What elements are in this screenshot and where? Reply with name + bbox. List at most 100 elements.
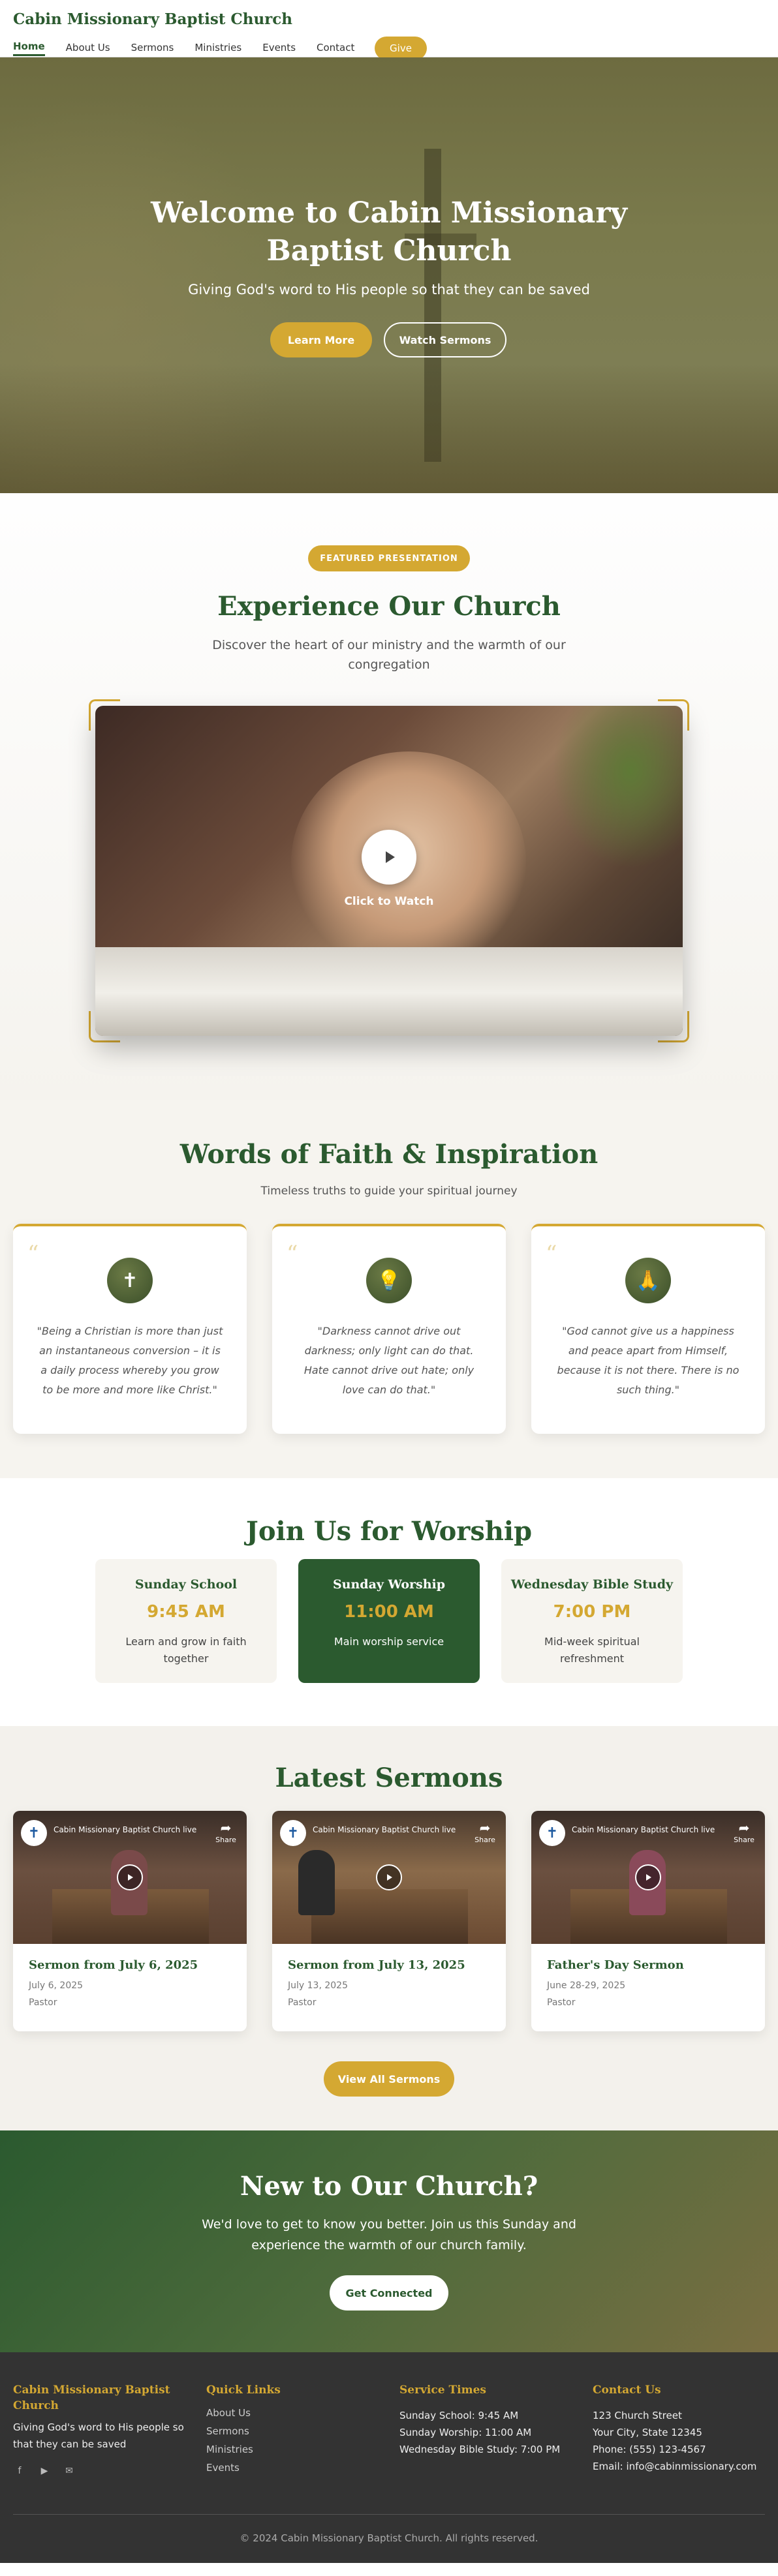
sermon-date: June 28-29, 2025 [547, 1980, 626, 1991]
footer-about-title: Cabin Missionary Baptist Church [13, 2384, 170, 2412]
give-button[interactable]: Give [375, 37, 427, 60]
play-icon [386, 851, 395, 863]
footer-link-ministries[interactable]: Ministries [206, 2444, 382, 2455]
new-visitors-title: New to Our Church? [240, 2171, 538, 2202]
featured-badge: FEATURED PRESENTATION [308, 545, 470, 571]
sermon-title[interactable]: Sermon from July 13, 2025 [288, 1958, 465, 1972]
quote-text: "Being a Christian is more than just an … [37, 1325, 223, 1396]
footer-contact-line[interactable]: Email: info@cabinmissionary.com [593, 2458, 769, 2475]
sermon-video-thumbnail[interactable]: ✝ Cabin Missionary Baptist Church live s… [13, 1811, 247, 1944]
altar-image [311, 1889, 468, 1944]
youtube-icon[interactable]: ▶ [38, 2464, 51, 2478]
quote-mark-icon: “ [546, 1241, 557, 1267]
nav-item-sermons[interactable]: Sermons [131, 42, 174, 55]
sermon-title[interactable]: Father's Day Sermon [547, 1958, 684, 1972]
play-button[interactable] [362, 830, 416, 885]
hero-title: Welcome to Cabin Missionary Baptist Chur… [150, 196, 628, 267]
worship-section: Join Us for Worship Sunday School 9:45 A… [0, 1478, 778, 1726]
featured-description: Discover the heart of our ministry and t… [212, 638, 566, 672]
view-all-sermons-button[interactable]: View All Sermons [324, 2061, 454, 2097]
footer-about-text: Giving God's word to His people so that … [13, 2421, 184, 2450]
new-visitors-description: We'd love to get to know you better. Joi… [202, 2217, 576, 2252]
cross-icon: ✝ [107, 1258, 153, 1303]
facebook-icon[interactable]: f [13, 2464, 26, 2478]
share-label: Share [475, 1836, 495, 1844]
footer-link-about-us[interactable]: About Us [206, 2407, 382, 2419]
channel-logo-icon: ✝ [539, 1820, 565, 1846]
channel-logo-icon: ✝ [21, 1820, 47, 1846]
featured-title: Experience Our Church [217, 591, 561, 622]
footer-service-times: Service Times Sunday School: 9:45 AM Sun… [399, 2382, 576, 2458]
quotes-title: Words of Faith & Inspiration [179, 1139, 599, 1170]
sermon-card[interactable]: ✝ Cabin Missionary Baptist Church live s… [272, 1811, 506, 2031]
quote-mark-icon: “ [287, 1241, 298, 1267]
main-menu: Home About Us Sermons Ministries Events … [13, 40, 375, 56]
video-title: Cabin Missionary Baptist Church live str… [54, 1825, 197, 1834]
share-button[interactable]: ➦ Share [472, 1820, 498, 1844]
nav-item-events[interactable]: Events [262, 42, 296, 55]
video-play-button[interactable] [635, 1864, 661, 1890]
service-card-sunday-worship: Sunday Worship 11:00 AM Main worship ser… [298, 1559, 480, 1683]
worship-title: Join Us for Worship [245, 1516, 533, 1547]
hero-section: Welcome to Cabin Missionary Baptist Chur… [0, 57, 778, 493]
nav-item-ministries[interactable]: Ministries [194, 42, 241, 55]
watch-sermons-button[interactable]: Watch Sermons [384, 322, 506, 357]
sermon-date: July 6, 2025 [29, 1980, 84, 1991]
quote-text: "Darkness cannot drive out darkness; onl… [303, 1325, 475, 1396]
copyright: © 2024 Cabin Missionary Baptist Church. … [240, 2532, 538, 2544]
preacher-image [298, 1850, 335, 1915]
footer: Cabin Missionary Baptist Church Giving G… [0, 2352, 778, 2563]
footer-about: Cabin Missionary Baptist Church Giving G… [13, 2382, 189, 2478]
footer-time-line: Wednesday Bible Study: 7:00 PM [399, 2444, 561, 2455]
learn-more-button[interactable]: Learn More [270, 322, 372, 357]
hero-subtitle: Giving God's word to His people so that … [188, 282, 590, 297]
nav-item-contact[interactable]: Contact [317, 42, 354, 55]
share-icon: ➦ [220, 1820, 232, 1836]
sermon-speaker: Pastor [288, 1997, 317, 2008]
share-button[interactable]: ➦ Share [213, 1820, 239, 1844]
play-icon [646, 1874, 651, 1881]
service-time: 7:00 PM [553, 1602, 631, 1622]
footer-contact-line: 123 Church Street [593, 2410, 682, 2421]
share-button[interactable]: ➦ Share [731, 1820, 757, 1844]
quotes-section: Words of Faith & Inspiration Timeless tr… [0, 1100, 778, 1478]
footer-contact-line: Your City, State 12345 [593, 2427, 702, 2438]
channel-logo-icon: ✝ [280, 1820, 306, 1846]
video-play-button[interactable] [117, 1864, 143, 1890]
bible-image [95, 947, 683, 1036]
nav-item-about-us[interactable]: About Us [66, 42, 110, 55]
footer-quick-links: Quick Links About Us Sermons Ministries … [206, 2382, 382, 2474]
footer-link-sermons[interactable]: Sermons [206, 2425, 382, 2437]
nav-item-home[interactable]: Home [13, 40, 45, 56]
share-label: Share [215, 1836, 236, 1844]
footer-contact: Contact Us 123 Church Street Your City, … [593, 2382, 769, 2475]
share-icon: ➦ [738, 1820, 750, 1836]
new-visitors-section: New to Our Church? We'd love to get to k… [0, 2130, 778, 2352]
service-description: Main worship service [334, 1635, 444, 1648]
quote-card: “ 🙏 "God cannot give us a happiness and … [531, 1224, 765, 1434]
video-title: Cabin Missionary Baptist Church live str… [572, 1825, 715, 1834]
service-card-sunday-school: Sunday School 9:45 AM Learn and grow in … [95, 1559, 277, 1683]
sermon-card[interactable]: ✝ Cabin Missionary Baptist Church live s… [531, 1811, 765, 2031]
video-play-button[interactable] [376, 1864, 402, 1890]
sermon-video-thumbnail[interactable]: ✝ Cabin Missionary Baptist Church live s… [272, 1811, 506, 1944]
footer-link-events[interactable]: Events [206, 2462, 382, 2474]
footer-time-line: Sunday School: 9:45 AM [399, 2410, 519, 2421]
quote-card: “ 💡 "Darkness cannot drive out darkness;… [272, 1224, 506, 1434]
service-time: 9:45 AM [147, 1602, 225, 1622]
email-icon[interactable]: ✉ [63, 2464, 76, 2478]
play-icon [387, 1874, 392, 1881]
sermon-speaker: Pastor [547, 1997, 576, 2008]
service-description: Mid-week spiritual refreshment [544, 1635, 640, 1665]
sermon-card[interactable]: ✝ Cabin Missionary Baptist Church live s… [13, 1811, 247, 2031]
site-brand[interactable]: Cabin Missionary Baptist Church [13, 10, 292, 28]
footer-contact-title: Contact Us [593, 2384, 661, 2397]
get-connected-button[interactable]: Get Connected [330, 2275, 448, 2311]
footer-quick-links-title: Quick Links [206, 2384, 281, 2397]
social-links: f ▶ ✉ [13, 2464, 189, 2478]
sermon-title[interactable]: Sermon from July 6, 2025 [29, 1958, 198, 1972]
service-title: Sunday School [134, 1577, 238, 1592]
featured-video[interactable]: Click to Watch [95, 706, 683, 1036]
lightbulb-icon: 💡 [366, 1258, 412, 1303]
sermon-video-thumbnail[interactable]: ✝ Cabin Missionary Baptist Church live s… [531, 1811, 765, 1944]
